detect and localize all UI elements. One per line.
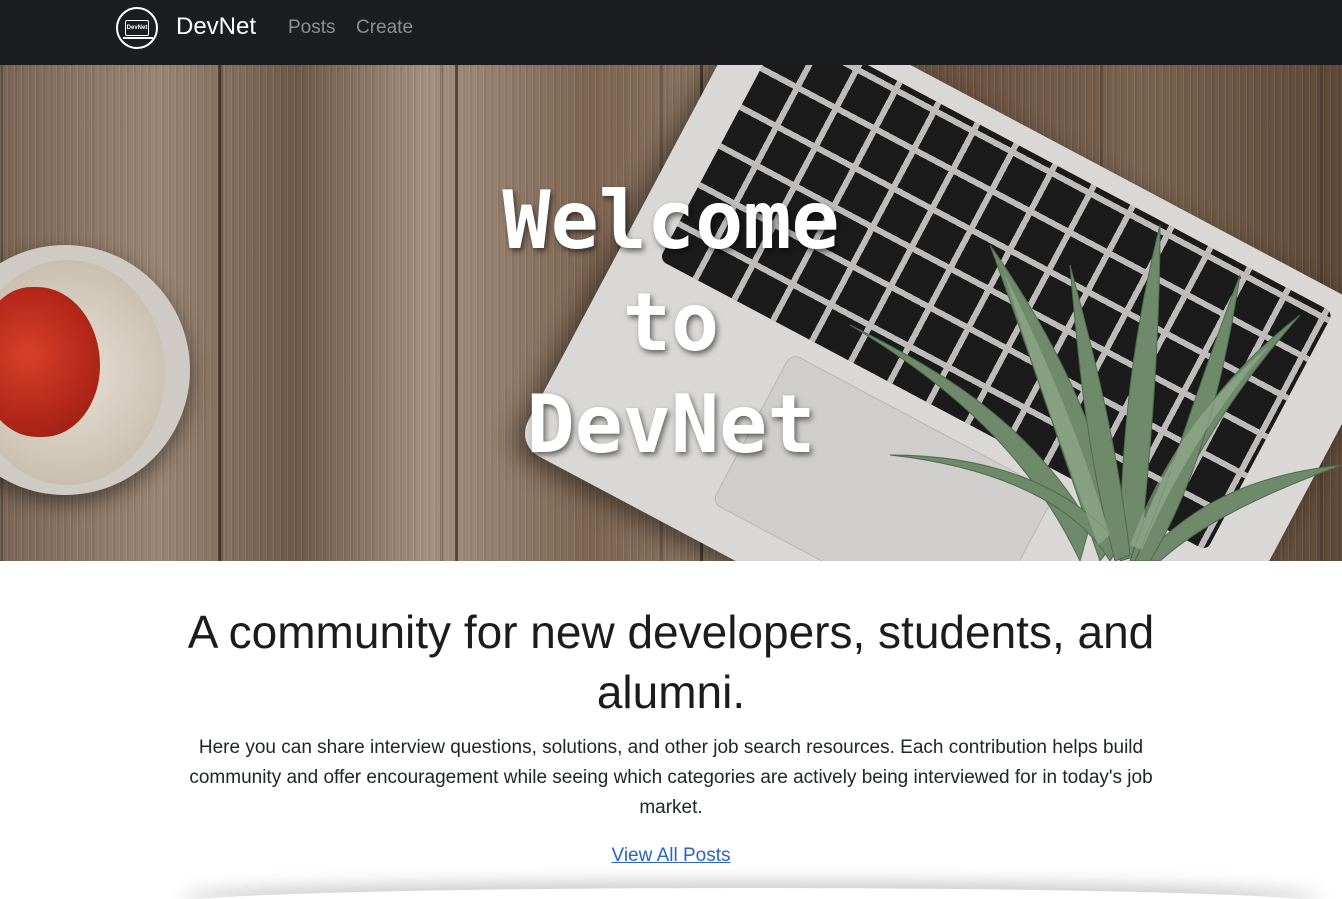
nav-link-create[interactable]: Create (356, 17, 413, 39)
page-headline: A community for new developers, students… (187, 606, 1155, 718)
devnet-logo-icon[interactable]: DevNet (116, 7, 158, 49)
logo-text: DevNet (126, 25, 148, 31)
view-all-container: View All Posts (0, 843, 1342, 869)
hero-banner: Welcome to DevNet (0, 65, 1342, 561)
page-description: Here you can share interview questions, … (189, 737, 1153, 818)
top-navbar: DevNet DevNet Posts Create (0, 0, 1342, 65)
nav-link-posts[interactable]: Posts (288, 17, 336, 39)
laptop-logo-shape: DevNet (123, 20, 153, 39)
brand-link[interactable]: DevNet (176, 13, 256, 41)
laptop-base-shape (123, 37, 153, 39)
hero-title: Welcome to DevNet (502, 174, 840, 471)
card-shadow-edge (180, 888, 1320, 899)
view-all-posts-link[interactable]: View All Posts (612, 845, 731, 866)
